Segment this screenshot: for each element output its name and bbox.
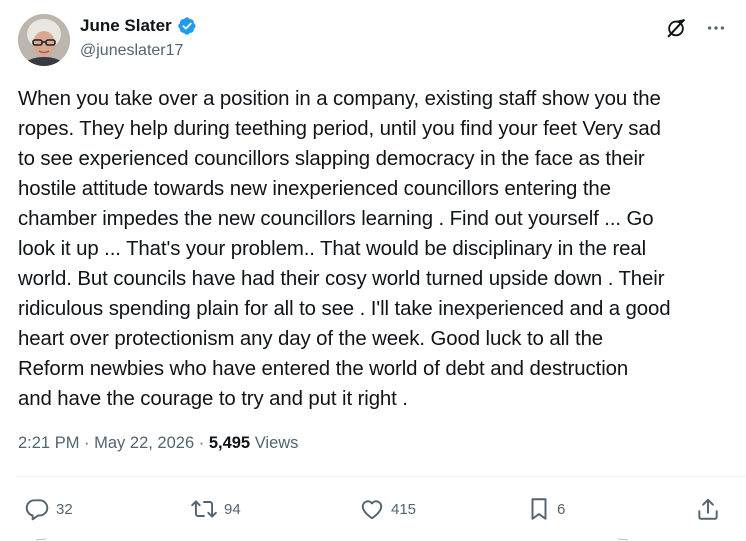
author-name[interactable]: June Slater <box>80 16 172 36</box>
author-handle[interactable]: @juneslater17 <box>80 42 183 60</box>
repost-button[interactable]: 94 <box>190 492 241 526</box>
tweet-text-line: and have the courage to try and put it r… <box>18 388 408 410</box>
tweet-text-line: to see experienced councillors slapping … <box>18 148 645 170</box>
tweet-text: When you take over a position in a compa… <box>18 84 734 414</box>
like-button[interactable]: 415 <box>359 492 416 526</box>
bookmark-count: 6 <box>557 500 566 518</box>
tweet-text-line: ridiculous spending plain for all to see… <box>18 298 671 320</box>
tweet-date[interactable]: May 22, 2026 <box>94 434 194 452</box>
avatar[interactable] <box>18 14 70 66</box>
next-row-edge <box>35 538 629 541</box>
author-name-row: June Slater <box>80 16 197 36</box>
tweet-text-line: ropes. They help during teething period,… <box>18 118 661 140</box>
tweet-time[interactable]: 2:21 PM <box>18 434 79 452</box>
tweet-text-line: heart over protectionism any day of the … <box>18 328 604 350</box>
bookmark-button[interactable]: 6 <box>527 492 565 526</box>
like-count: 415 <box>391 500 417 518</box>
share-icon <box>698 498 718 520</box>
views-count: 5,495 <box>208 434 251 452</box>
share-button[interactable] <box>695 492 721 526</box>
tweet-header-actions <box>664 16 728 40</box>
views-label: Views <box>254 434 299 452</box>
more-icon[interactable] <box>704 16 728 40</box>
tweet-actions-bar: 32 94 415 6 <box>0 492 746 526</box>
tweet-text-line: chamber impedes the new councillors lear… <box>18 208 654 230</box>
avatar-image <box>18 14 70 66</box>
divider <box>18 476 746 477</box>
verified-badge-icon <box>177 17 196 35</box>
tweet-text-line: world. But councils have had their cosy … <box>18 268 665 290</box>
reply-button[interactable]: 32 <box>24 492 73 526</box>
repost-icon <box>191 500 217 518</box>
meta-separator: · <box>84 434 90 452</box>
reply-count: 32 <box>56 500 73 518</box>
heart-icon <box>361 500 383 520</box>
tweet-text-line: Reform newbies who have entered the worl… <box>18 358 629 380</box>
bookmark-icon <box>531 498 547 520</box>
tweet-text-line: When you take over a position in a compa… <box>18 88 661 110</box>
tweet-text-line: look it up ... That's your problem.. Tha… <box>18 238 647 260</box>
repost-count: 94 <box>224 500 241 518</box>
tweet: June Slater @juneslater17 When you take … <box>0 0 746 541</box>
grok-slash-icon[interactable] <box>664 16 688 40</box>
tweet-meta: 2:21 PM · May 22, 2026 · 5,495 Views <box>18 434 298 453</box>
reply-icon <box>25 499 49 521</box>
tweet-text-line: hostile attitude towards new inexperienc… <box>18 178 611 200</box>
meta-separator: · <box>198 434 205 452</box>
